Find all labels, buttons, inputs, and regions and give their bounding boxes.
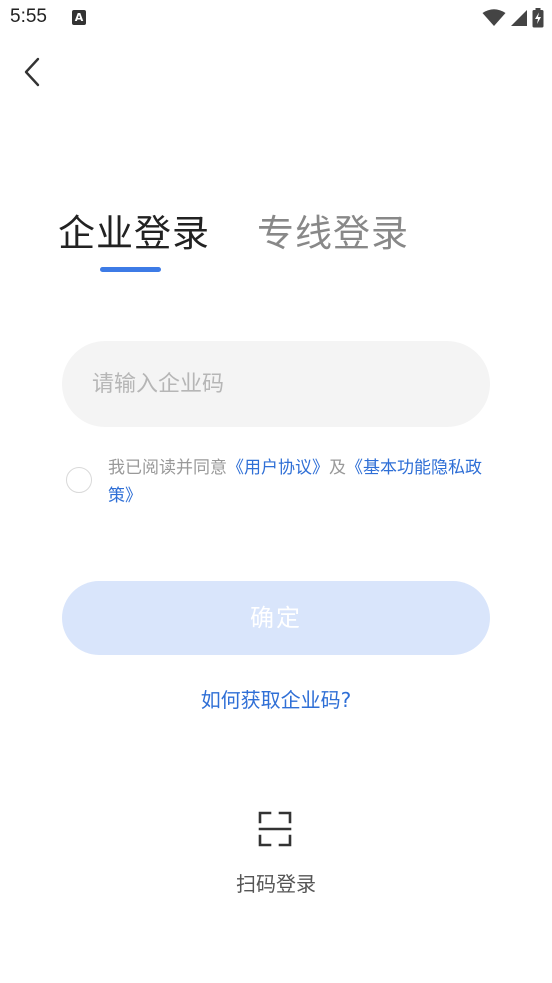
notification-a-icon: A bbox=[72, 10, 86, 25]
battery-charging-icon bbox=[532, 8, 544, 28]
agreement-prefix: 我已阅读并同意 bbox=[108, 458, 227, 478]
wifi-icon bbox=[482, 9, 506, 26]
enterprise-code-input[interactable] bbox=[62, 341, 490, 427]
agreement-text: 我已阅读并同意《用户协议》及《基本功能隐私政策》 bbox=[108, 454, 488, 510]
status-time: 5:55 bbox=[10, 6, 47, 27]
status-bar: 5:55 A bbox=[0, 0, 552, 38]
active-tab-indicator bbox=[100, 267, 161, 272]
back-button[interactable] bbox=[14, 52, 50, 92]
agreement-checkbox[interactable] bbox=[66, 467, 92, 493]
tab-enterprise-login[interactable]: 企业登录 bbox=[58, 210, 210, 258]
scan-icon[interactable] bbox=[258, 811, 292, 847]
confirm-button[interactable]: 确定 bbox=[62, 581, 490, 655]
enterprise-code-field bbox=[62, 341, 490, 427]
agreement-conjunction: 及 bbox=[329, 458, 346, 478]
how-to-get-enterprise-code-link[interactable]: 如何获取企业码? bbox=[0, 684, 552, 713]
tab-dedicated-line-login[interactable]: 专线登录 bbox=[257, 210, 409, 258]
user-agreement-link[interactable]: 《用户协议》 bbox=[227, 458, 329, 478]
signal-icon bbox=[511, 10, 527, 26]
status-icons bbox=[482, 8, 544, 28]
scan-login-label[interactable]: 扫码登录 bbox=[0, 868, 552, 897]
chevron-left-icon bbox=[24, 57, 40, 87]
